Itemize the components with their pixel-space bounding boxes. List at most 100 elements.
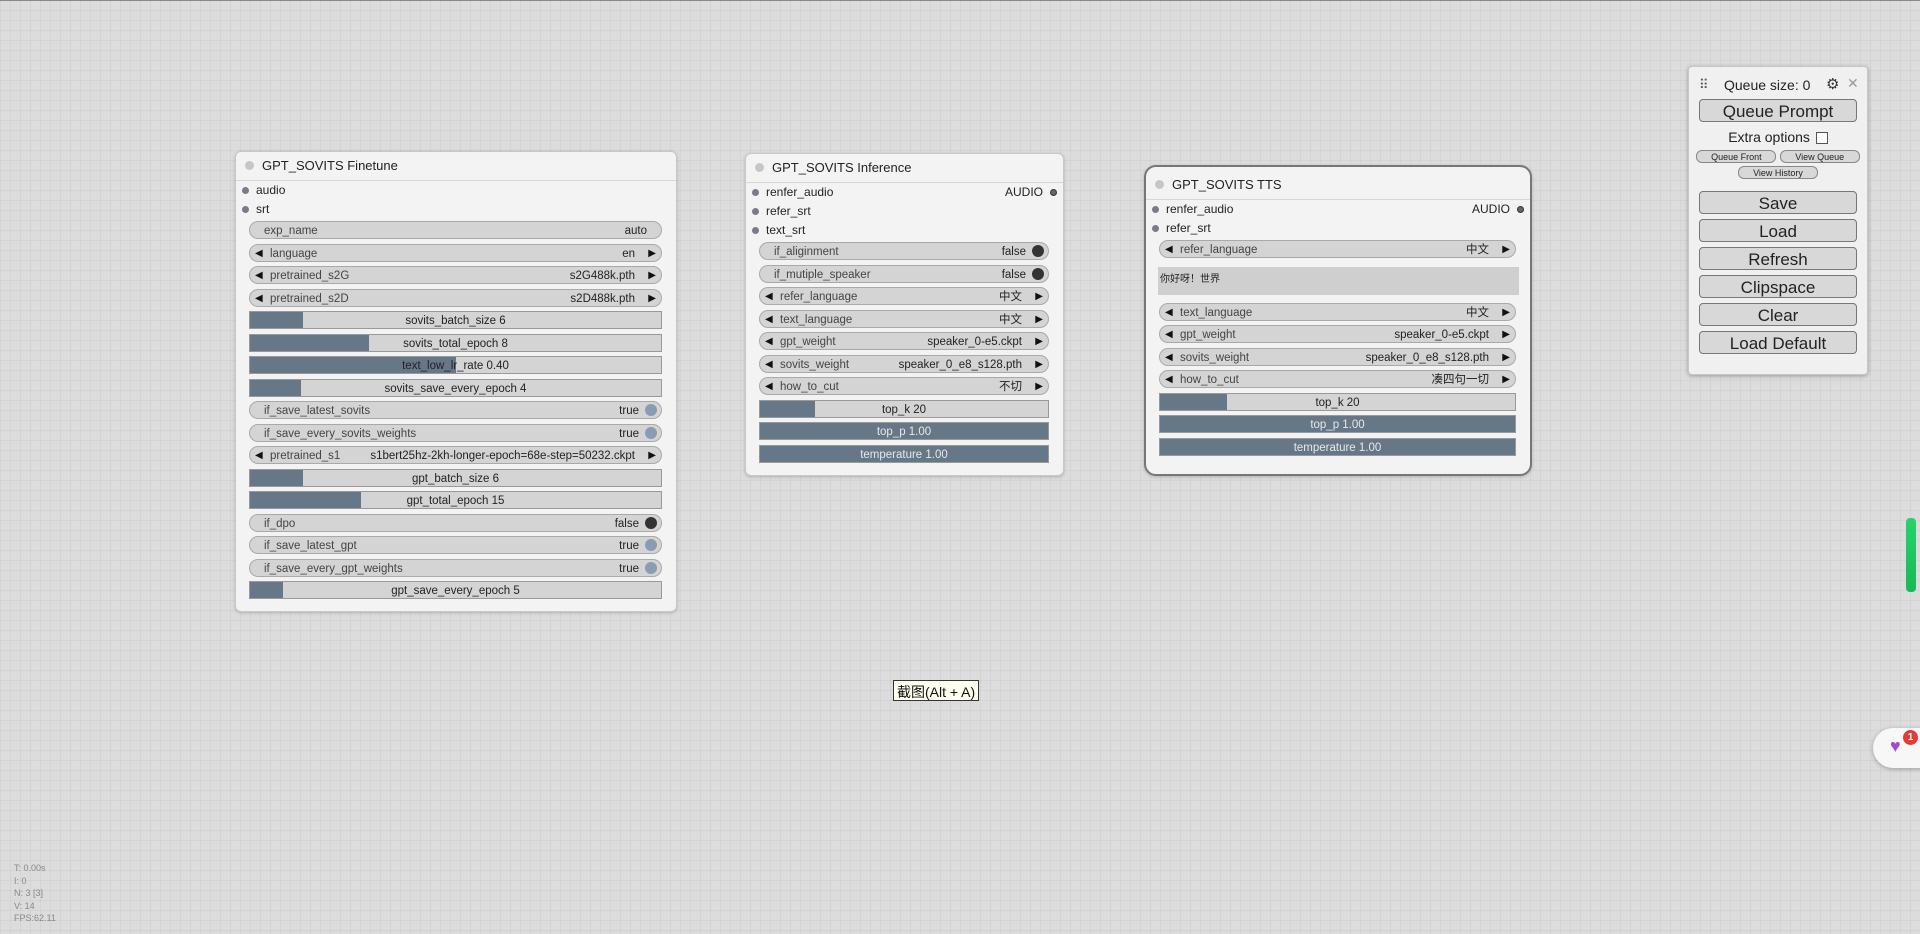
toggle-knob-icon[interactable]	[645, 426, 657, 439]
node-title[interactable]: GPT_SOVITS Inference	[746, 154, 1063, 183]
arrow-right-icon[interactable]: ▶	[1035, 288, 1043, 306]
slider-gpt-batch-size[interactable]: gpt_batch_size 6	[249, 468, 662, 487]
load-button[interactable]: Load	[1699, 219, 1857, 242]
close-icon[interactable]: ✕	[1847, 65, 1859, 101]
arrow-left-icon[interactable]: ◀	[255, 447, 263, 465]
combo-how-to-cut[interactable]: ◀ how_to_cut 不切 ▶	[759, 377, 1049, 396]
arrow-left-icon[interactable]: ◀	[255, 245, 263, 263]
combo-pretrained-s2d[interactable]: ◀ pretrained_s2D s2D488k.pth ▶	[249, 288, 662, 308]
collapse-dot-icon[interactable]	[755, 163, 764, 172]
refresh-button[interactable]: Refresh	[1699, 247, 1857, 270]
input-slot-renfer-audio[interactable]: renfer_audio AUDIO	[1146, 200, 1530, 219]
arrow-right-icon[interactable]: ▶	[648, 267, 656, 285]
widget-exp-name[interactable]: exp_name auto	[249, 221, 662, 240]
slider-sovits-total-epoch[interactable]: sovits_total_epoch 8	[249, 333, 662, 352]
combo-gpt-weight[interactable]: ◀ gpt_weight speaker_0-e5.ckpt ▶	[759, 332, 1049, 351]
clear-button[interactable]: Clear	[1699, 303, 1857, 326]
toggle-knob-icon[interactable]	[1032, 267, 1044, 280]
node-inference[interactable]: GPT_SOVITS Inference renfer_audio AUDIO r…	[745, 153, 1064, 476]
arrow-left-icon[interactable]: ◀	[765, 378, 773, 396]
input-slot-refer-srt[interactable]: refer_srt	[746, 202, 1063, 221]
toggle-if-save-every-sovits-weights[interactable]: if_save_every_sovits_weights true	[249, 423, 662, 442]
combo-refer-language[interactable]: ◀ refer_language 中文 ▶	[759, 287, 1049, 306]
slider-sovits-batch-size[interactable]: sovits_batch_size 6	[249, 311, 662, 330]
arrow-right-icon[interactable]: ▶	[1502, 241, 1510, 259]
output-slot-audio[interactable]: AUDIO	[1472, 200, 1525, 219]
combo-pretrained-s1[interactable]: ◀ pretrained_s1 s1bert25hz-2kh-longer-epoc…	[249, 446, 662, 465]
combo-language[interactable]: ◀ language en ▶	[249, 243, 662, 263]
input-slot-text-srt[interactable]: text_srt	[746, 221, 1063, 240]
arrow-left-icon[interactable]: ◀	[1165, 304, 1173, 322]
scrollbar-thumb[interactable]	[1906, 518, 1916, 592]
node-title[interactable]: GPT_SOVITS TTS	[1146, 171, 1530, 200]
arrow-right-icon[interactable]: ▶	[1502, 304, 1510, 322]
arrow-right-icon[interactable]: ▶	[648, 245, 656, 263]
view-history-button[interactable]: View History	[1738, 166, 1818, 179]
drag-handle-icon[interactable]: ⠿	[1699, 67, 1709, 103]
arrow-right-icon[interactable]: ▶	[1502, 326, 1510, 344]
arrow-right-icon[interactable]: ▶	[1035, 356, 1043, 374]
toggle-knob-icon[interactable]	[645, 561, 657, 574]
toggle-if-save-every-gpt-weights[interactable]: if_save_every_gpt_weights true	[249, 558, 662, 577]
arrow-left-icon[interactable]: ◀	[255, 267, 263, 285]
arrow-right-icon[interactable]: ▶	[648, 447, 656, 465]
combo-gpt-weight[interactable]: ◀ gpt_weight speaker_0-e5.ckpt ▶	[1159, 325, 1516, 344]
slider-gpt-total-epoch[interactable]: gpt_total_epoch 15	[249, 491, 662, 510]
queue-front-button[interactable]: Queue Front	[1696, 150, 1777, 163]
slider-top-k[interactable]: top_k 20	[1159, 392, 1516, 411]
extra-options-checkbox[interactable]	[1815, 132, 1828, 145]
combo-refer-language[interactable]: ◀ refer_language 中文 ▶	[1159, 240, 1516, 259]
view-queue-button[interactable]: View Queue	[1779, 150, 1860, 163]
collapse-dot-icon[interactable]	[1155, 180, 1164, 189]
node-tts[interactable]: GPT_SOVITS TTS renfer_audio AUDIO refer_s…	[1144, 165, 1532, 476]
arrow-right-icon[interactable]: ▶	[1502, 371, 1510, 389]
toggle-if-save-latest-sovits[interactable]: if_save_latest_sovits true	[249, 401, 662, 420]
slider-gpt-save-every-epoch[interactable]: gpt_save_every_epoch 5	[249, 581, 662, 600]
input-slot-renfer-audio[interactable]: renfer_audio AUDIO	[746, 183, 1063, 202]
slider-top-p[interactable]: top_p 1.00	[759, 422, 1049, 441]
load-default-button[interactable]: Load Default	[1699, 331, 1857, 354]
node-finetune[interactable]: GPT_SOVITS Finetune audio srt exp_name au…	[235, 151, 677, 612]
arrow-left-icon[interactable]: ◀	[1165, 326, 1173, 344]
slider-sovits-save-every-epoch[interactable]: sovits_save_every_epoch 4	[249, 378, 662, 397]
combo-text-language[interactable]: ◀ text_language 中文 ▶	[1159, 302, 1516, 322]
slider-temperature[interactable]: temperature 1.00	[1159, 437, 1516, 456]
slider-text-low-lr-rate[interactable]: text_low_lr_rate 0.40	[249, 356, 662, 375]
combo-sovits-weight[interactable]: ◀ sovits_weight speaker_0_e8_s128.pth ▶	[1159, 347, 1516, 367]
toggle-if-save-latest-gpt[interactable]: if_save_latest_gpt true	[249, 536, 662, 555]
arrow-left-icon[interactable]: ◀	[765, 356, 773, 374]
toggle-if-mutiple-speaker[interactable]: if_mutiple_speaker false	[759, 264, 1049, 283]
input-slot-refer-srt[interactable]: refer_srt	[1146, 219, 1530, 238]
clipspace-button[interactable]: Clipspace	[1699, 275, 1857, 298]
slider-temperature[interactable]: temperature 1.00	[759, 444, 1049, 463]
input-slot-srt[interactable]: srt	[236, 200, 676, 219]
arrow-left-icon[interactable]: ◀	[1165, 241, 1173, 259]
combo-text-language[interactable]: ◀ text_language 中文 ▶	[759, 309, 1049, 329]
toggle-knob-icon[interactable]	[645, 539, 657, 552]
floating-assistant-button[interactable]: ♥ 1	[1873, 728, 1920, 768]
arrow-right-icon[interactable]: ▶	[1035, 311, 1043, 329]
collapse-dot-icon[interactable]	[245, 161, 254, 170]
arrow-right-icon[interactable]: ▶	[1502, 349, 1510, 367]
arrow-right-icon[interactable]: ▶	[648, 290, 656, 308]
input-slot-audio[interactable]: audio	[236, 181, 676, 200]
toggle-if-dpo[interactable]: if_dpo false	[249, 513, 662, 532]
combo-how-to-cut[interactable]: ◀ how_to_cut 凑四句一切 ▶	[1159, 370, 1516, 389]
settings-gear-icon[interactable]: ⚙	[1826, 67, 1839, 103]
arrow-left-icon[interactable]: ◀	[765, 333, 773, 351]
node-title[interactable]: GPT_SOVITS Finetune	[236, 152, 676, 181]
text-input-area[interactable]: 你好呀！世界	[1158, 266, 1519, 295]
save-button[interactable]: Save	[1699, 191, 1857, 214]
toggle-knob-icon[interactable]	[1032, 245, 1044, 258]
slider-top-p[interactable]: top_p 1.00	[1159, 415, 1516, 434]
arrow-left-icon[interactable]: ◀	[1165, 349, 1173, 367]
combo-sovits-weight[interactable]: ◀ sovits_weight speaker_0_e8_s128.pth ▶	[759, 354, 1049, 374]
arrow-left-icon[interactable]: ◀	[255, 290, 263, 308]
slider-top-k[interactable]: top_k 20	[759, 399, 1049, 418]
arrow-left-icon[interactable]: ◀	[765, 311, 773, 329]
arrow-right-icon[interactable]: ▶	[1035, 333, 1043, 351]
toggle-knob-icon[interactable]	[645, 404, 657, 417]
arrow-left-icon[interactable]: ◀	[1165, 371, 1173, 389]
combo-pretrained-s2g[interactable]: ◀ pretrained_s2G s2G488k.pth ▶	[249, 266, 662, 285]
toggle-knob-icon[interactable]	[645, 516, 657, 529]
